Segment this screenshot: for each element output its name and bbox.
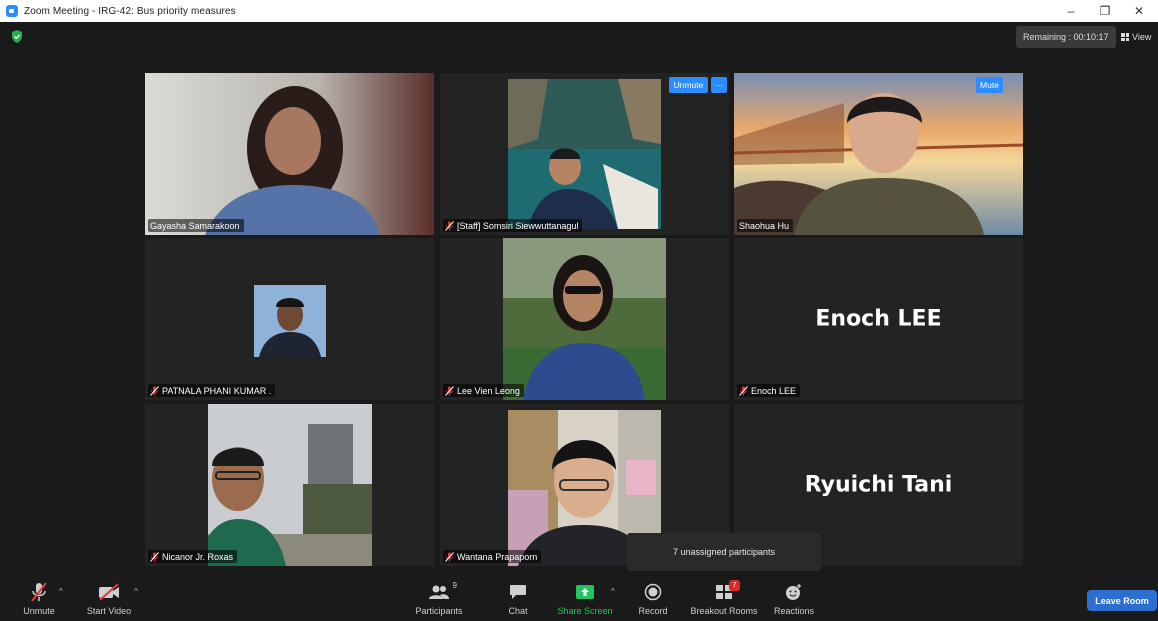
muted-mic-icon — [150, 385, 159, 396]
record-button[interactable]: Record — [636, 581, 670, 616]
breakout-rooms-button[interactable]: 7 Breakout Rooms — [688, 580, 760, 616]
participant-avatar-photo — [254, 285, 326, 357]
participant-name: Enoch LEE — [751, 385, 797, 396]
grid-view-icon — [1121, 33, 1129, 41]
participant-name-tag: Gayasha Samarakoon — [148, 219, 244, 232]
minimize-button[interactable]: – — [1054, 0, 1088, 22]
unmute-label: Unmute — [23, 606, 55, 616]
participant-name-tag: Lee Vien Leong — [443, 384, 524, 397]
participant-name-tag: PATNALA PHANI KUMAR . — [148, 384, 276, 397]
participants-count: 9 — [452, 581, 457, 590]
view-button[interactable]: View — [1121, 26, 1151, 48]
participant-name: Wantana Prapaporn — [457, 551, 538, 562]
participant-display-name: Enoch LEE — [815, 306, 942, 332]
participant-display-name: Ryuichi Tani — [804, 472, 953, 498]
window-title-bar: Zoom Meeting - IRG-42: Bus priority meas… — [0, 0, 1158, 23]
breakout-rooms-badge: 7 — [729, 580, 740, 591]
video-tile-enoch[interactable]: Enoch LEE Enoch LEE — [734, 238, 1023, 400]
participant-video — [734, 73, 1023, 235]
chat-button[interactable]: Chat — [502, 581, 534, 616]
muted-mic-icon — [445, 551, 454, 562]
video-tile-gayasha[interactable]: Gayasha Samarakoon — [145, 73, 434, 235]
participant-name: [Staff] Somsiri Siewwuttanagul — [457, 220, 579, 231]
video-tile-patnala[interactable]: PATNALA PHANI KUMAR . — [145, 238, 434, 400]
video-tile-somsiri[interactable]: Unmute ··· [Staff] Somsiri Siewwuttanagu… — [440, 73, 729, 235]
mute-participant-button[interactable]: Mute — [976, 77, 1003, 93]
participant-name: Gayasha Samarakoon — [150, 220, 240, 231]
participants-button[interactable]: 9 Participants — [413, 581, 465, 616]
participant-video — [508, 79, 661, 229]
muted-microphone-icon — [31, 582, 47, 602]
participant-name: Lee Vien Leong — [457, 385, 520, 396]
reactions-label: Reactions — [773, 606, 815, 616]
participant-name-tag: Enoch LEE — [737, 384, 801, 397]
video-off-icon — [99, 583, 119, 601]
close-button[interactable]: ✕ — [1122, 0, 1156, 22]
participant-video — [145, 73, 434, 235]
unassigned-participants-tooltip: 7 unassigned participants — [627, 533, 821, 571]
participant-name-tag: [Staff] Somsiri Siewwuttanagul — [443, 219, 583, 232]
video-options-caret[interactable]: ^ — [134, 587, 138, 596]
maximize-button[interactable]: ❐ — [1088, 0, 1122, 22]
more-options-button[interactable]: ··· — [711, 77, 727, 93]
meeting-area: Remaining : 00:10:17 View Gayasha Samara… — [0, 22, 1158, 577]
remaining-time: Remaining : 00:10:17 — [1016, 26, 1116, 48]
share-screen-button[interactable]: Share Screen — [556, 581, 614, 616]
chat-label: Chat — [508, 606, 528, 616]
participant-name: Shaohua Hu — [739, 220, 790, 231]
participant-name-tag: Wantana Prapaporn — [443, 550, 542, 563]
record-icon — [644, 583, 662, 601]
share-options-caret[interactable]: ^ — [611, 587, 615, 596]
participants-icon — [429, 585, 449, 599]
start-video-label: Start Video — [86, 606, 132, 616]
video-tile-lee-vien[interactable]: Lee Vien Leong — [440, 238, 729, 400]
participant-video — [503, 238, 666, 400]
encryption-shield-icon[interactable] — [11, 30, 23, 43]
meeting-toolbar: Unmute ^ Start Video ^ 9 Participants Ch… — [0, 577, 1158, 621]
unmute-button[interactable]: Unmute — [20, 581, 58, 616]
view-label: View — [1132, 32, 1152, 42]
share-screen-label: Share Screen — [557, 606, 613, 616]
reactions-icon — [786, 584, 801, 600]
start-video-button[interactable]: Start Video — [84, 581, 134, 616]
muted-mic-icon — [445, 220, 454, 231]
reactions-button[interactable]: Reactions — [772, 581, 816, 616]
participant-name: Nicanor Jr. Roxas — [162, 551, 234, 562]
unmute-participant-button[interactable]: Unmute — [669, 77, 708, 93]
record-label: Record — [638, 606, 668, 616]
video-tile-shaohua[interactable]: Mute Shaohua Hu — [734, 73, 1023, 235]
participants-label: Participants — [415, 606, 463, 616]
participant-name-tag: Shaohua Hu — [737, 219, 794, 232]
participant-name-tag: Nicanor Jr. Roxas — [148, 550, 238, 563]
video-tile-nicanor[interactable]: Nicanor Jr. Roxas — [145, 404, 434, 566]
muted-mic-icon — [739, 385, 748, 396]
chat-icon — [510, 585, 526, 599]
participant-video — [208, 404, 372, 566]
muted-mic-icon — [150, 551, 159, 562]
zoom-app-icon — [6, 5, 18, 17]
breakout-rooms-label: Breakout Rooms — [690, 606, 758, 616]
window-title: Zoom Meeting - IRG-42: Bus priority meas… — [24, 5, 236, 17]
share-screen-icon — [576, 585, 594, 599]
muted-mic-icon — [445, 385, 454, 396]
audio-options-caret[interactable]: ^ — [59, 587, 63, 596]
leave-room-button[interactable]: Leave Room — [1087, 590, 1157, 611]
participant-name: PATNALA PHANI KUMAR . — [162, 385, 272, 396]
